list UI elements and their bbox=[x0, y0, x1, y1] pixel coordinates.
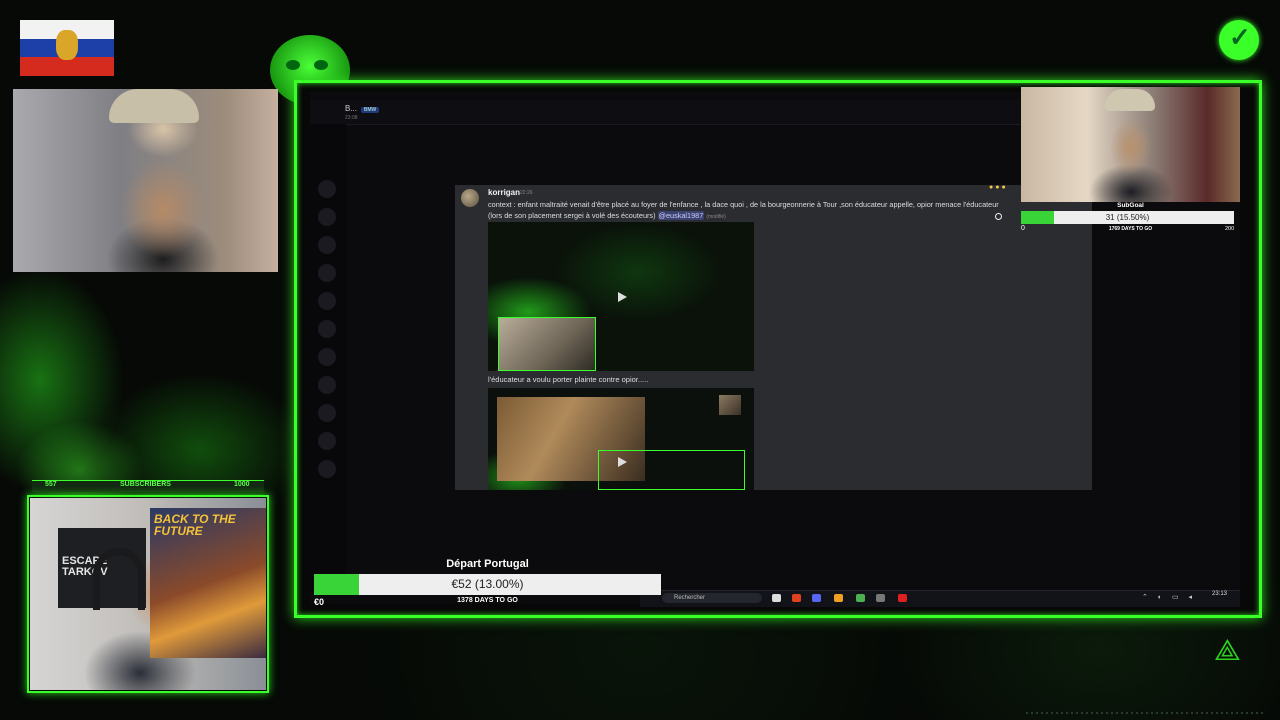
message-author[interactable]: korrigan bbox=[488, 188, 520, 197]
mascot-eye-icon bbox=[286, 60, 300, 70]
server-icon[interactable] bbox=[318, 292, 336, 310]
channel-title-text: B... bbox=[345, 104, 358, 113]
subgoal-value: 31 (15.50%) bbox=[1105, 213, 1150, 222]
goal-title: Départ Portugal bbox=[446, 558, 529, 570]
server-icon[interactable] bbox=[318, 236, 336, 254]
server-icon[interactable] bbox=[318, 404, 336, 422]
server-icon[interactable] bbox=[318, 460, 336, 478]
system-tray-icons[interactable]: ⌃ ◐ ▭ ◂ bbox=[1142, 593, 1196, 601]
channel-logo-icon: ⟁ bbox=[1214, 634, 1241, 667]
goal-progress-bar: €52 (13.00%) bbox=[314, 574, 661, 595]
channel-tag: BMW bbox=[361, 107, 380, 113]
taskbar-clock[interactable]: 23:13 bbox=[1212, 591, 1227, 597]
user-mention[interactable]: @euskal1987 bbox=[657, 211, 705, 220]
message-caption: l'éducateur a voulu porter plainte contr… bbox=[488, 375, 649, 384]
subscribers-target: 1000 bbox=[234, 481, 250, 488]
server-icon[interactable] bbox=[318, 376, 336, 394]
streamer-cam-frame bbox=[27, 495, 269, 693]
server-icon[interactable] bbox=[318, 208, 336, 226]
server-icon[interactable] bbox=[318, 180, 336, 198]
video-thumbnail bbox=[498, 317, 596, 371]
taskbar-search[interactable]: Rechercher bbox=[662, 593, 762, 603]
server-icon[interactable] bbox=[318, 320, 336, 338]
mascot-eye-icon bbox=[314, 60, 328, 70]
video-embed[interactable] bbox=[488, 388, 754, 490]
obs-icon[interactable] bbox=[876, 594, 885, 602]
subscribers-current: 557 bbox=[45, 481, 57, 488]
avatar[interactable] bbox=[461, 189, 479, 207]
media-player-icon[interactable] bbox=[856, 594, 865, 602]
youtube-icon[interactable] bbox=[898, 594, 907, 602]
subgoal-title: SubGoal bbox=[1117, 202, 1144, 209]
webcam-guest-left bbox=[13, 89, 278, 272]
webcam-guest-right bbox=[1021, 87, 1240, 202]
reaction-icons[interactable]: ●●● bbox=[989, 184, 1008, 191]
server-icon[interactable] bbox=[318, 432, 336, 450]
edited-label: (modifié) bbox=[706, 214, 726, 220]
subgoal-max: 200 bbox=[1225, 226, 1235, 232]
goal-value: €52 (13.00%) bbox=[451, 577, 524, 591]
brave-browser-icon[interactable] bbox=[792, 594, 801, 602]
message-body: context : enfant maltraité venait d'être… bbox=[488, 200, 999, 220]
play-icon[interactable] bbox=[618, 457, 627, 467]
file-explorer-icon[interactable] bbox=[772, 594, 781, 602]
goal-days: 1378 DAYS TO GO bbox=[457, 597, 518, 604]
subgoal-progress-bar: 31 (15.50%) bbox=[1021, 211, 1234, 224]
video-overlay-frame bbox=[598, 450, 745, 490]
video-avatar bbox=[719, 395, 741, 415]
play-icon[interactable] bbox=[618, 292, 627, 302]
channel-title[interactable]: B... BMW bbox=[345, 104, 380, 113]
header-time: 23:08 bbox=[345, 115, 358, 121]
verified-check-icon: ✓ bbox=[1219, 20, 1259, 60]
subgoal-days: 1769 DAYS TO GO bbox=[1108, 226, 1153, 232]
message-text: context : enfant maltraité venait d'être… bbox=[488, 199, 1010, 223]
russian-flag-icon bbox=[20, 20, 114, 76]
server-icon[interactable] bbox=[318, 264, 336, 282]
video-embed[interactable] bbox=[488, 222, 754, 371]
server-icon[interactable] bbox=[318, 348, 336, 366]
discord-header bbox=[310, 100, 1020, 125]
chrome-icon[interactable] bbox=[834, 594, 843, 602]
subscribers-label: SUBSCRIBERS bbox=[120, 481, 171, 488]
message-time: 22:26 bbox=[520, 190, 533, 196]
discord-icon[interactable] bbox=[812, 594, 821, 602]
decorative-dots bbox=[1026, 712, 1266, 714]
